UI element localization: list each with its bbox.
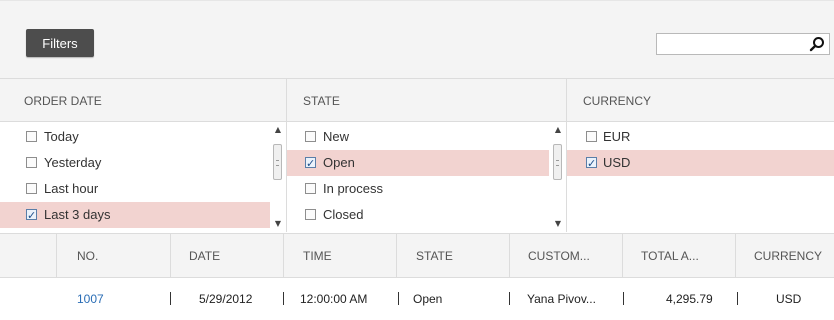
divider [737,292,738,305]
checkbox[interactable] [586,131,597,142]
state-option-open[interactable]: Open [287,150,549,177]
divider [286,79,287,121]
option-label: EUR [603,129,631,144]
checkbox[interactable] [26,183,37,194]
scroll-thumb[interactable] [553,144,562,180]
scroll-down-icon[interactable]: ▼ [551,218,565,230]
column-header-time[interactable]: TIME [303,234,332,277]
cell-date: 5/29/2012 [199,292,253,306]
state-option-in-process[interactable]: In process [287,176,549,202]
filter-header-order-date[interactable]: ORDER DATE [24,79,102,121]
option-label: Yesterday [44,155,102,170]
currency-option-usd[interactable]: USD [567,150,834,177]
order-date-option-yesterday[interactable]: Yesterday [0,150,270,176]
option-label: Open [323,155,355,170]
currency-option-eur[interactable]: EUR [567,124,834,150]
checkbox[interactable] [26,131,37,142]
order-date-option-last-hour[interactable]: Last hour [0,176,270,202]
option-label: New [323,129,350,144]
divider [283,292,284,305]
divider [509,234,510,277]
scroll-up-icon[interactable]: ▲ [551,124,565,136]
divider [170,234,171,277]
checkbox[interactable] [305,183,316,194]
option-label: In process [323,181,383,196]
column-header-state[interactable]: STATE [416,234,453,277]
order-date-option-today[interactable]: Today [0,124,270,150]
search-box [656,33,830,55]
column-header-no[interactable]: NO. [77,234,98,277]
order-number-link[interactable]: 1007 [77,278,104,318]
cell-total-amount: 4,295.79 [666,292,713,306]
option-label: Closed [323,207,364,222]
filter-header-currency[interactable]: CURRENCY [583,79,651,121]
checkbox[interactable] [305,131,316,142]
cell-currency: USD [776,292,802,306]
filter-header-state[interactable]: STATE [303,79,340,121]
checkbox-checked[interactable] [305,151,316,177]
toolbar: Filters [0,0,834,79]
checkbox-checked[interactable] [26,203,37,229]
divider [622,234,623,277]
column-header-total-amount[interactable]: TOTAL A... [641,234,699,277]
currency-filter-list: EUR USD [567,122,834,232]
state-filter-list: New Open In process Closed ▲ ▼ [287,122,567,232]
scroll-down-icon[interactable]: ▼ [271,218,285,230]
cell-customer: Yana Pivov... [527,292,596,306]
table-row[interactable]: 1007 5/29/2012 12:00:00 AM Open Yana Piv… [0,278,834,318]
cell-time: 12:00:00 AM [300,292,368,306]
state-option-closed[interactable]: Closed [287,202,549,228]
filters-button[interactable]: Filters [26,29,94,57]
order-date-option-last-3-days[interactable]: Last 3 days [0,202,270,229]
divider [170,292,171,305]
divider [623,292,624,305]
option-label: USD [603,155,631,170]
state-scrollbar[interactable]: ▲ ▼ [551,122,565,232]
checkbox[interactable] [305,209,316,220]
scroll-thumb[interactable] [273,144,282,180]
state-option-new[interactable]: New [287,124,549,150]
checkbox-checked[interactable] [586,151,597,177]
column-header-date[interactable]: DATE [189,234,220,277]
column-header-currency[interactable]: CURRENCY [754,234,822,277]
order-date-scrollbar[interactable]: ▲ ▼ [271,122,285,232]
option-label: Last hour [44,181,99,196]
search-icon[interactable] [809,36,825,52]
cell-state: Open [413,292,443,306]
divider [509,292,510,305]
search-input[interactable] [657,34,815,54]
divider [735,234,736,277]
divider [566,79,567,121]
filter-lists: Today Yesterday Last hour Last 3 days ▲ … [0,122,834,232]
checkbox[interactable] [26,157,37,168]
option-label: Last 3 days [44,207,111,222]
option-label: Today [44,129,79,144]
divider [56,234,57,277]
divider [396,234,397,277]
grid-header: NO. DATE TIME STATE CUSTOM... TOTAL A...… [0,233,834,278]
filter-headers: ORDER DATE STATE CURRENCY [0,78,834,122]
column-header-customer[interactable]: CUSTOM... [528,234,590,277]
scroll-up-icon[interactable]: ▲ [271,124,285,136]
order-date-filter-list: Today Yesterday Last hour Last 3 days ▲ … [0,122,287,232]
divider [398,292,399,305]
divider [283,234,284,277]
